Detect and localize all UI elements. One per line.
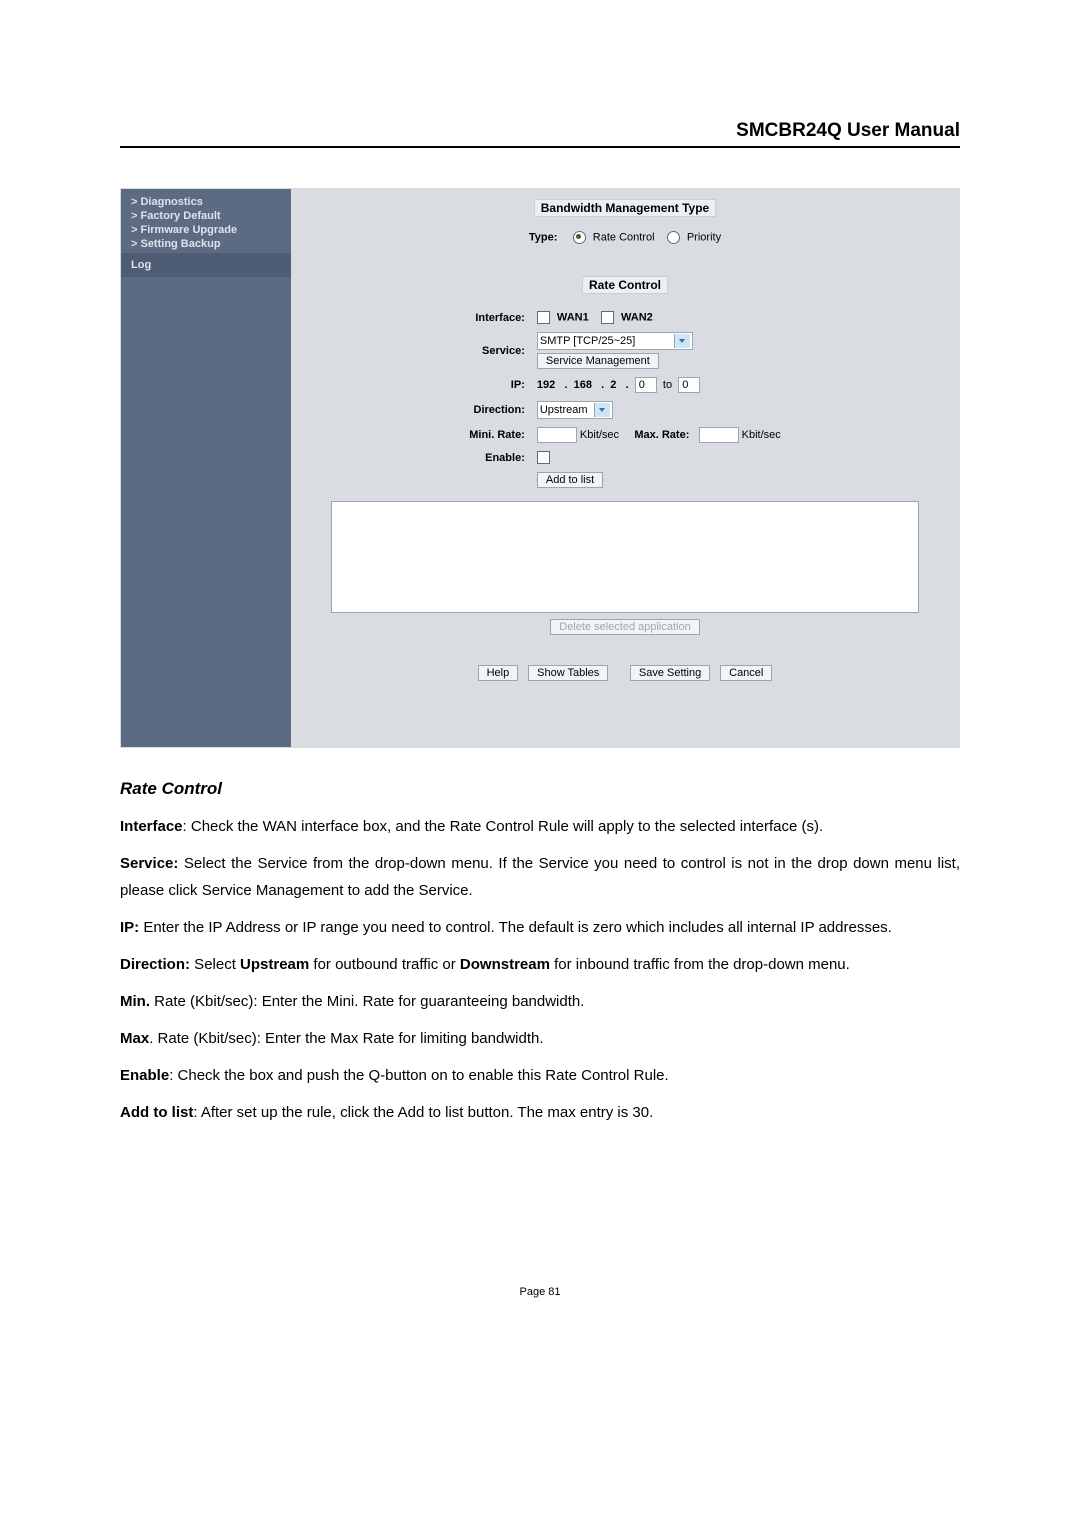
type-row: Type: Rate Control Priority xyxy=(309,231,941,244)
t-min: Rate (Kbit/sec): Enter the Mini. Rate fo… xyxy=(150,993,584,1010)
enable-checkbox[interactable] xyxy=(537,451,550,464)
t-enable: : Check the box and push the Q-button on… xyxy=(169,1067,668,1084)
ip-octet4-input[interactable] xyxy=(635,377,657,393)
type-label: Type: xyxy=(529,231,558,243)
direction-value: Upstream xyxy=(540,404,588,416)
kbit-1: Kbit/sec xyxy=(580,429,619,441)
t-dir-m1: Select xyxy=(190,956,240,973)
wan2-label: WAN2 xyxy=(621,311,653,323)
add-to-list-button[interactable]: Add to list xyxy=(537,472,603,488)
checkbox-wan2[interactable] xyxy=(601,311,614,324)
chevron-down-icon xyxy=(594,403,610,417)
label-minrate: Mini. Rate: xyxy=(469,424,535,446)
sidebar-item-diagnostics[interactable]: > Diagnostics xyxy=(121,195,291,209)
t-max: . Rate (Kbit/sec): Enter the Max Rate fo… xyxy=(149,1030,543,1047)
label-interface: Interface: xyxy=(469,308,535,327)
radio-priority[interactable] xyxy=(667,231,680,244)
ip-octet2: 168 xyxy=(574,379,592,391)
label-enable: Enable: xyxy=(469,448,535,467)
rules-listbox[interactable] xyxy=(331,501,919,613)
save-setting-button[interactable]: Save Setting xyxy=(630,665,710,681)
t-add-b: Add to list xyxy=(120,1104,193,1121)
doc-body: Rate Control Interface: Check the WAN in… xyxy=(120,774,960,1126)
sidebar-item-factory-default[interactable]: > Factory Default xyxy=(121,209,291,223)
t-ip: Enter the IP Address or IP range you nee… xyxy=(139,919,892,936)
direction-select[interactable]: Upstream xyxy=(537,401,613,419)
sidebar-item-log[interactable]: Log xyxy=(121,253,291,277)
t-dir-end: for inbound traffic from the drop-down m… xyxy=(550,956,850,973)
ui-screenshot: > Diagnostics > Factory Default > Firmwa… xyxy=(120,188,960,748)
t-enable-b: Enable xyxy=(120,1067,169,1084)
kbit-2: Kbit/sec xyxy=(742,429,781,441)
ip-octet1: 192 xyxy=(537,379,555,391)
chevron-down-icon xyxy=(674,334,690,348)
t-service: Select the Service from the drop-down me… xyxy=(120,855,960,899)
doc-header: SMCBR24Q User Manual xyxy=(120,120,960,148)
service-select[interactable]: SMTP [TCP/25~25] xyxy=(537,332,693,350)
action-buttons: Help Show Tables Save Setting Cancel xyxy=(309,663,941,681)
page-footer: Page 81 xyxy=(120,1286,960,1298)
bm-title: Bandwidth Management Type xyxy=(534,199,716,217)
main-panel: Bandwidth Management Type Type: Rate Con… xyxy=(291,189,959,747)
doc-title: SMCBR24Q User Manual xyxy=(736,120,960,141)
radio-rate-control-label: Rate Control xyxy=(593,231,655,243)
ip-range-end-input[interactable] xyxy=(678,377,700,393)
sidebar: > Diagnostics > Factory Default > Firmwa… xyxy=(121,189,291,747)
t-dir-down: Downstream xyxy=(460,956,550,973)
max-rate-input[interactable] xyxy=(699,427,739,443)
rc-title: Rate Control xyxy=(582,276,668,294)
t-service-b: Service: xyxy=(120,855,178,872)
sidebar-item-setting-backup[interactable]: > Setting Backup xyxy=(121,237,291,251)
ip-to: to xyxy=(663,379,672,391)
t-ip-b: IP: xyxy=(120,919,139,936)
sidebar-item-firmware-upgrade[interactable]: > Firmware Upgrade xyxy=(121,223,291,237)
doc-heading: Rate Control xyxy=(120,774,960,805)
rate-control-form: Interface: WAN1 WAN2 Service: xyxy=(467,306,783,493)
min-rate-input[interactable] xyxy=(537,427,577,443)
service-management-button[interactable]: Service Management xyxy=(537,353,659,369)
show-tables-button[interactable]: Show Tables xyxy=(528,665,608,681)
checkbox-wan1[interactable] xyxy=(537,311,550,324)
t-min-b: Min. xyxy=(120,993,150,1010)
t-dir-m2: for outbound traffic or xyxy=(309,956,460,973)
t-dir-up: Upstream xyxy=(240,956,309,973)
radio-priority-label: Priority xyxy=(687,231,721,243)
wan1-label: WAN1 xyxy=(557,311,589,323)
t-interface-b: Interface xyxy=(120,818,183,835)
t-max-b: Max xyxy=(120,1030,149,1047)
help-button[interactable]: Help xyxy=(478,665,519,681)
cancel-button[interactable]: Cancel xyxy=(720,665,772,681)
ip-octet3: 2 xyxy=(610,379,616,391)
t-dir-b: Direction: xyxy=(120,956,190,973)
label-direction: Direction: xyxy=(469,398,535,422)
label-ip: IP: xyxy=(469,374,535,396)
delete-selected-button[interactable]: Delete selected application xyxy=(550,619,699,635)
t-add: : After set up the rule, click the Add t… xyxy=(193,1104,653,1121)
t-interface: : Check the WAN interface box, and the R… xyxy=(183,818,824,835)
radio-rate-control[interactable] xyxy=(573,231,586,244)
label-service: Service: xyxy=(469,329,535,372)
service-value: SMTP [TCP/25~25] xyxy=(540,335,668,347)
label-maxrate: Max. Rate: xyxy=(634,429,689,441)
